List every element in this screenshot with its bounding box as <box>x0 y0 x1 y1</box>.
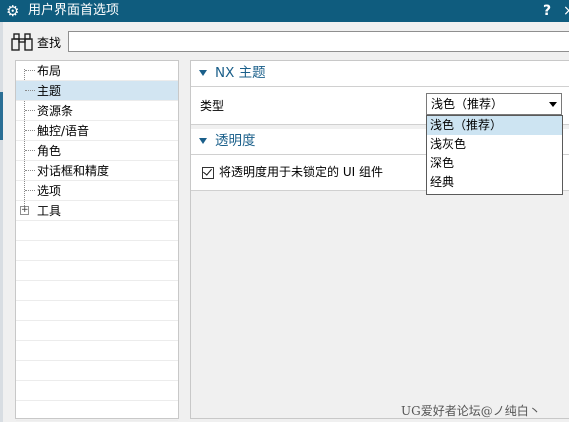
dropdown-option[interactable]: 浅灰色 <box>427 135 562 154</box>
tree-connector <box>25 130 35 131</box>
binoculars-icon[interactable] <box>11 32 35 52</box>
dropdown-option-label: 浅灰色 <box>430 137 467 151</box>
tree-connector <box>25 150 35 151</box>
tree-empty-row <box>16 221 178 241</box>
help-button[interactable]: ? <box>543 2 551 20</box>
tree-item-label: 工具 <box>37 204 62 218</box>
search-input[interactable] <box>68 31 569 52</box>
tree-item[interactable]: 选项 <box>16 181 178 201</box>
category-tree: 布局主题资源条触控/语音角色对话框和精度 选项 + 工具 <box>15 60 179 421</box>
tree-item-label: 触控/语音 <box>37 124 90 138</box>
dropdown-option-label: 经典 <box>430 175 455 189</box>
close-button[interactable]: × <box>563 2 569 20</box>
title-bar: ⚙ 用户界面首选项 ? × <box>0 0 569 22</box>
type-label: 类型 <box>200 99 225 113</box>
left-edge-marker <box>0 92 3 140</box>
tree-connector <box>25 70 35 71</box>
transparency-section-title: 透明度 <box>215 133 256 149</box>
tree-item-label: 角色 <box>37 144 62 158</box>
dropdown-option[interactable]: 浅色（推荐） <box>427 116 562 135</box>
dropdown-option[interactable]: 经典 <box>427 173 562 192</box>
chevron-down-icon[interactable] <box>549 102 557 107</box>
expand-icon[interactable]: + <box>20 206 29 215</box>
gear-icon: ⚙ <box>6 2 20 20</box>
tree-item-label: 选项 <box>37 184 62 198</box>
transparency-checkbox[interactable] <box>202 166 214 179</box>
tree-item[interactable]: 对话框和精度 <box>16 161 178 181</box>
theme-section-title: NX 主题 <box>215 65 266 81</box>
theme-type-value: 浅色（推荐） <box>431 97 504 111</box>
dropdown-option-label: 深色 <box>430 156 455 170</box>
tree-item[interactable]: 主题 <box>16 81 178 101</box>
tree-item-label: 对话框和精度 <box>37 164 110 178</box>
tree-empty-row <box>16 321 178 341</box>
tree-empty-row <box>16 341 178 361</box>
transparency-checkbox-label[interactable]: 将透明度用于未锁定的 UI 组件 <box>219 165 383 179</box>
tree-item-label: 主题 <box>37 84 62 98</box>
tree-empty-row <box>16 361 178 381</box>
tree-connector <box>25 90 35 91</box>
theme-section-header[interactable]: NX 主题 <box>191 61 569 87</box>
checkmark-icon <box>203 166 212 176</box>
tree-empty-row <box>16 301 178 321</box>
dropdown-option-label: 浅色（推荐） <box>430 118 503 132</box>
tree-item[interactable]: + 工具 <box>16 201 178 221</box>
theme-type-select[interactable]: 浅色（推荐） <box>426 93 562 115</box>
watermark-text: UG爱好者论坛@ノ纯白丶 <box>401 404 541 418</box>
search-row: 查找 <box>0 22 569 60</box>
tree-connector <box>25 170 35 171</box>
tree-empty-row <box>16 381 178 401</box>
theme-type-dropdown: 浅色（推荐） 浅灰色深色经典 <box>426 115 563 195</box>
tree-item[interactable]: 触控/语音 <box>16 121 178 141</box>
tree-item-label: 布局 <box>37 64 62 78</box>
tree-empty-row <box>16 401 178 421</box>
tree-empty-row <box>16 241 178 261</box>
tree-connector <box>25 110 35 111</box>
tree-item[interactable]: 资源条 <box>16 101 178 121</box>
dropdown-option[interactable]: 深色 <box>427 154 562 173</box>
tree-empty-row <box>16 281 178 301</box>
window-title: 用户界面首选项 <box>28 3 120 18</box>
collapse-triangle-icon[interactable] <box>199 138 207 144</box>
tree-item[interactable]: 布局 <box>16 61 178 81</box>
tree-empty-row <box>16 261 178 281</box>
tree-item[interactable]: 角色 <box>16 141 178 161</box>
search-label: 查找 <box>37 36 62 50</box>
collapse-triangle-icon[interactable] <box>199 70 207 76</box>
tree-item-label: 资源条 <box>37 104 74 118</box>
tree-connector <box>25 190 35 191</box>
left-edge-strip <box>0 22 3 422</box>
